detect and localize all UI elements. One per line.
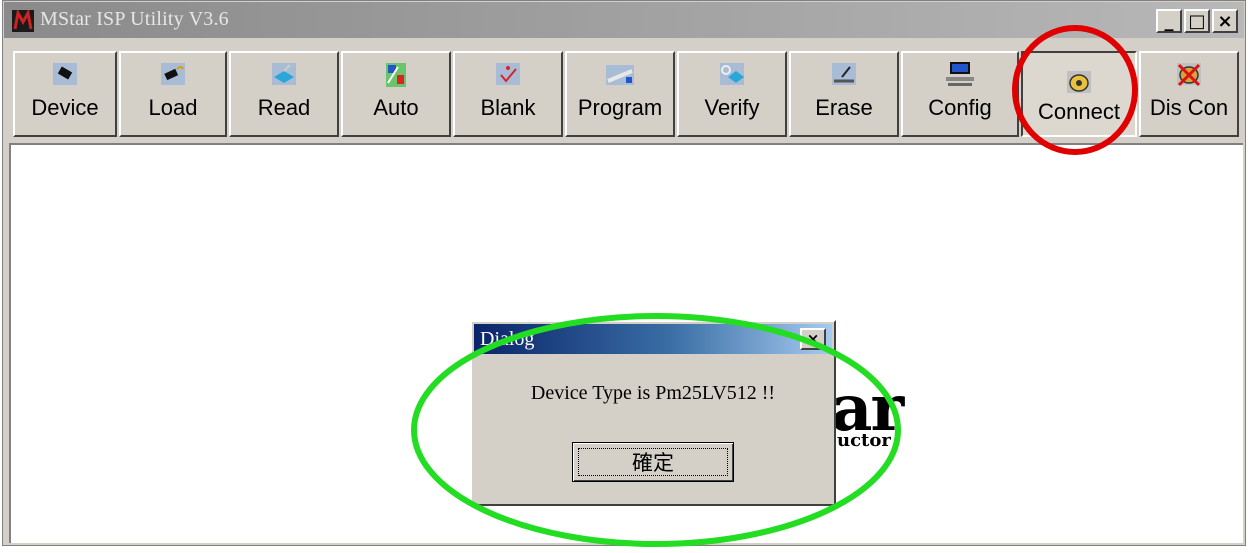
- dialog-message: Device Type is Pm25LV512 !!: [530, 382, 776, 404]
- dialog-close-button[interactable]: ×: [800, 328, 826, 350]
- load-button[interactable]: Load: [119, 51, 227, 137]
- auto-grid-icon: [386, 63, 406, 87]
- load-label: Load: [148, 95, 198, 120]
- auto-button[interactable]: Auto: [341, 51, 451, 137]
- dialog-title: Dialog: [480, 328, 535, 350]
- device-label: Device: [31, 95, 99, 120]
- erase-icon: [832, 63, 856, 85]
- connect-label: Connect: [1038, 99, 1120, 124]
- telephone-icon: [1067, 71, 1091, 93]
- chip-icon: [53, 63, 77, 85]
- dialog-title-bar[interactable]: Dialog ×: [474, 324, 832, 354]
- config-computer-icon: [946, 62, 974, 86]
- auto-label: Auto: [373, 95, 419, 120]
- program-button[interactable]: Program: [565, 51, 675, 137]
- mstar-app-icon: [12, 10, 34, 32]
- verify-button[interactable]: Verify: [677, 51, 787, 137]
- maximize-button[interactable]: □: [1184, 9, 1210, 33]
- program-icon: [606, 65, 634, 85]
- read-label: Read: [257, 95, 311, 120]
- minimize-button[interactable]: _: [1156, 9, 1182, 33]
- disconnect-button[interactable]: Dis Con: [1139, 51, 1239, 137]
- read-book-icon: [272, 63, 296, 85]
- chip-load-icon: [161, 63, 185, 85]
- title-bar[interactable]: MStar ISP Utility V3.6 _ □ ×: [4, 2, 1244, 38]
- connect-button[interactable]: Connect: [1021, 51, 1137, 137]
- config-button[interactable]: Config: [901, 51, 1019, 137]
- verify-magnifier-icon: [720, 63, 744, 85]
- config-label: Config: [928, 95, 992, 120]
- verify-label: Verify: [704, 95, 760, 120]
- erase-button[interactable]: Erase: [789, 51, 899, 137]
- erase-label: Erase: [815, 95, 873, 120]
- ok-button[interactable]: 確定: [572, 442, 734, 482]
- telephone-disconnect-icon: [1177, 63, 1201, 87]
- focus-rectangle: [578, 448, 728, 476]
- toolbar: Device Load Read Auto Blank Program Veri…: [9, 45, 1241, 141]
- close-button[interactable]: ×: [1212, 9, 1238, 33]
- disconnect-label: Dis Con: [1149, 95, 1229, 120]
- read-button[interactable]: Read: [229, 51, 339, 137]
- blank-button[interactable]: Blank: [453, 51, 563, 137]
- blank-label: Blank: [480, 95, 536, 120]
- window-title: MStar ISP Utility V3.6: [40, 8, 229, 30]
- device-type-dialog: Dialog × Device Type is Pm25LV512 !! 確定: [470, 320, 836, 506]
- mstar-logo-subtext: uctor: [837, 430, 891, 451]
- program-label: Program: [577, 95, 663, 120]
- device-button[interactable]: Device: [13, 51, 117, 137]
- blank-check-icon: [496, 63, 520, 85]
